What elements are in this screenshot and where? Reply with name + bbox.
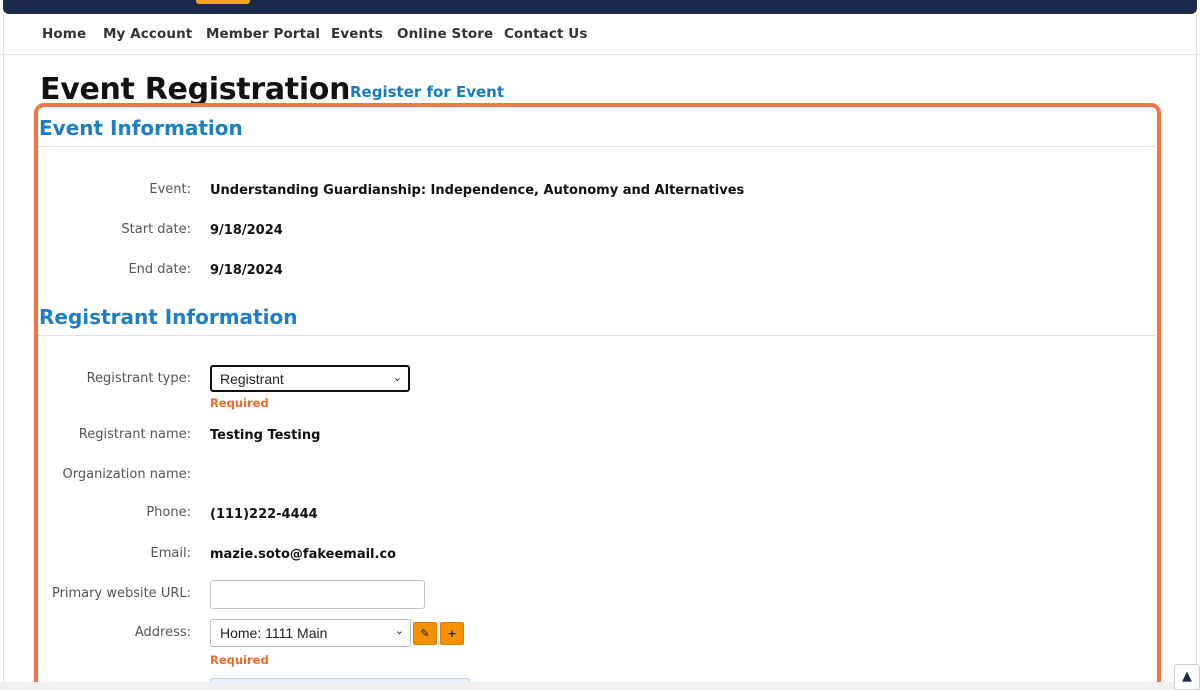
scroll-to-top-button[interactable]: ▲ — [1174, 664, 1200, 690]
chevron-down-icon: ⌄ — [394, 625, 404, 637]
top-banner — [0, 0, 1200, 14]
chevron-down-icon: ⌄ — [392, 372, 402, 384]
email-value: mazie.soto@fakeemail.co — [210, 547, 397, 562]
organization-name-label: Organization name: — [62, 467, 192, 482]
nav-events[interactable]: Events — [331, 26, 383, 42]
nav-member-portal[interactable]: Member Portal — [206, 26, 320, 42]
registrant-name-value: Testing Testing — [210, 428, 321, 443]
website-label: Primary website URL: — [51, 586, 191, 601]
pencil-icon: ✎ — [420, 627, 430, 640]
registrant-name-label: Registrant name: — [78, 427, 191, 442]
phone-label: Phone: — [146, 505, 191, 520]
address-selected: Home: 1111 Main — [220, 625, 328, 641]
end-date-label: End date: — [128, 262, 191, 277]
email-label: Email: — [150, 546, 191, 561]
start-date-label: Start date: — [121, 222, 191, 237]
address-required: Required — [210, 653, 269, 667]
nav-contact-us[interactable]: Contact Us — [504, 26, 588, 42]
horizontal-scrollbar[interactable] — [0, 682, 1200, 690]
website-url-input[interactable] — [210, 580, 425, 609]
plus-icon: + — [447, 627, 457, 640]
event-information-heading: Event Information — [39, 116, 243, 140]
logo-fragment — [196, 0, 250, 4]
register-for-event-link[interactable]: Register for Event — [350, 83, 504, 101]
edit-address-button[interactable]: ✎ — [413, 622, 437, 645]
end-date-value: 9/18/2024 — [210, 263, 283, 278]
address-select[interactable]: Home: 1111 Main ⌄ — [210, 619, 411, 647]
title-separator: | — [341, 84, 346, 100]
add-address-button[interactable]: + — [440, 622, 464, 645]
event-label: Event: — [149, 182, 191, 197]
section-divider — [38, 146, 1156, 147]
section-divider — [38, 335, 1156, 336]
brand-band — [3, 0, 1197, 14]
nav-online-store[interactable]: Online Store — [397, 26, 493, 42]
registrant-type-label: Registrant type: — [86, 371, 191, 386]
registrant-type-selected: Registrant — [220, 371, 284, 387]
start-date-value: 9/18/2024 — [210, 223, 283, 238]
registrant-type-required: Required — [210, 396, 269, 410]
chevron-up-icon: ▲ — [1182, 669, 1192, 684]
address-label: Address: — [134, 625, 191, 640]
main-nav: Home My Account Member Portal Events Onl… — [0, 14, 1200, 55]
nav-my-account[interactable]: My Account — [103, 26, 192, 42]
page-title: Event Registration — [40, 72, 351, 107]
event-name-value: Understanding Guardianship: Independence… — [210, 183, 745, 198]
phone-value: (111)222-4444 — [210, 507, 318, 522]
nav-home[interactable]: Home — [42, 26, 86, 42]
registrant-type-select[interactable]: Registrant ⌄ — [210, 365, 410, 392]
registrant-information-heading: Registrant Information — [39, 305, 298, 329]
